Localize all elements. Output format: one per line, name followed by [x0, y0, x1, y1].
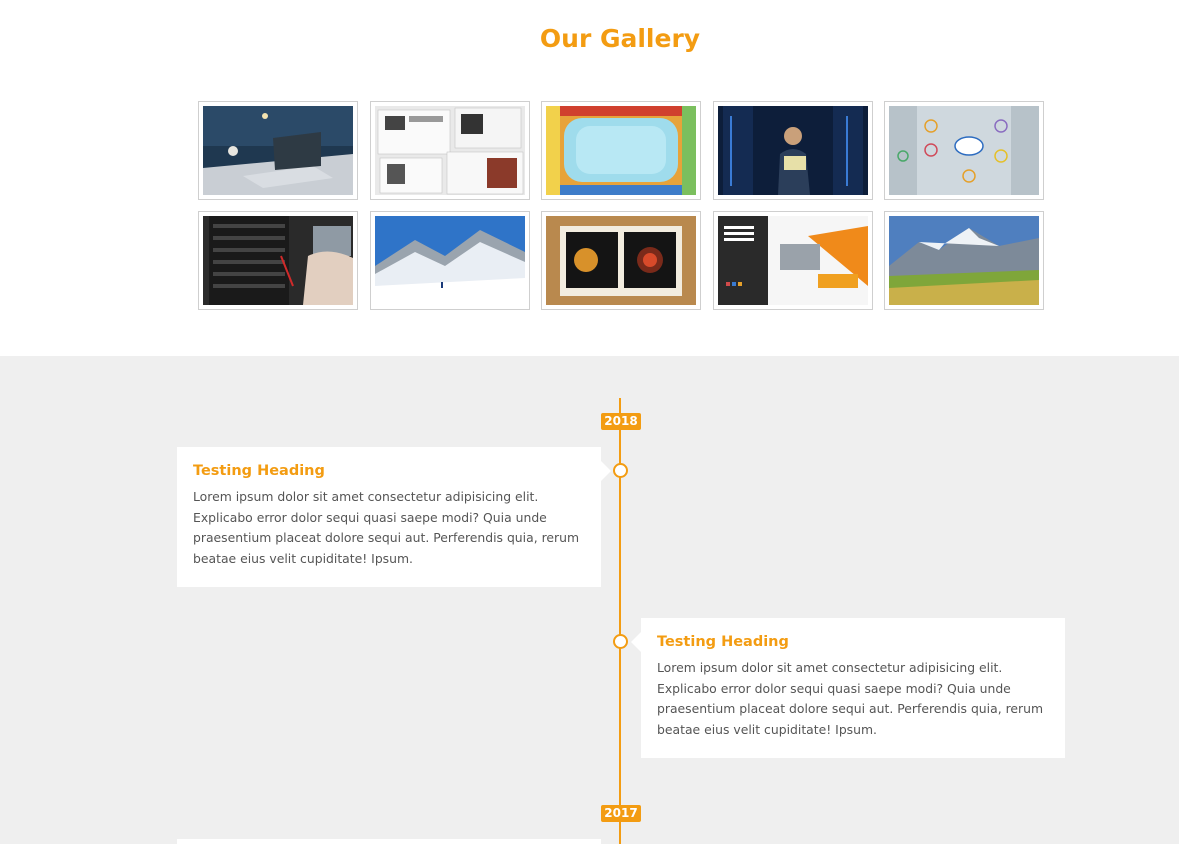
- gallery-grid: [198, 101, 1044, 310]
- gallery-thumb-cloud-network[interactable]: [884, 101, 1044, 200]
- timeline-card-partial: [177, 839, 601, 844]
- timeline-card-heading: Testing Heading: [657, 634, 789, 650]
- timeline-section: 2018 Testing Heading Lorem ipsum dolor s…: [0, 356, 1179, 844]
- gallery-thumb-snowy-mountain[interactable]: [369, 211, 530, 310]
- agency-portfolio-brochure-image: [717, 216, 868, 305]
- gallery-thumb-magazine[interactable]: [369, 101, 530, 200]
- timeline-card-right: Testing Heading Lorem ipsum dolor sit am…: [631, 618, 1065, 758]
- gallery-thumb-server-rack[interactable]: [198, 211, 358, 310]
- gallery-thumb-alpine-valley[interactable]: [884, 211, 1044, 310]
- timeline-node: [613, 634, 628, 649]
- alpine-valley-image: [889, 216, 1039, 305]
- cloud-network-icons-image: [889, 106, 1039, 195]
- year-badge-2018: 2018: [601, 413, 641, 430]
- timeline-card-left: Testing Heading Lorem ipsum dolor sit am…: [177, 447, 611, 587]
- magazine-spread-image: [374, 106, 525, 195]
- timeline-card-heading: Testing Heading: [193, 463, 325, 479]
- colored-books-frame-image: [546, 106, 696, 195]
- gallery-thumb-server-worker[interactable]: [712, 101, 873, 200]
- gallery-thumb-agency-brochure[interactable]: [712, 211, 873, 310]
- gallery-section: Our Gallery: [0, 0, 1179, 356]
- timeline-card-text: Lorem ipsum dolor sit amet consectetur a…: [657, 660, 1044, 737]
- gallery-thumb-open-brochure[interactable]: [541, 211, 701, 310]
- server-rack-tablet-image: [203, 216, 353, 305]
- gallery-thumb-laptop-desk[interactable]: [198, 101, 358, 200]
- timeline-node: [613, 463, 628, 478]
- timeline-card-text: Lorem ipsum dolor sit amet consectetur a…: [193, 489, 580, 566]
- snowy-mountain-image: [374, 216, 525, 305]
- laptop-desk-image: [203, 106, 353, 195]
- gallery-title: Our Gallery: [539, 24, 701, 53]
- server-room-worker-image: [717, 106, 868, 195]
- gallery-thumb-books-frame[interactable]: [541, 101, 701, 200]
- year-badge-2017: 2017: [601, 805, 641, 822]
- open-brochure-image: [546, 216, 696, 305]
